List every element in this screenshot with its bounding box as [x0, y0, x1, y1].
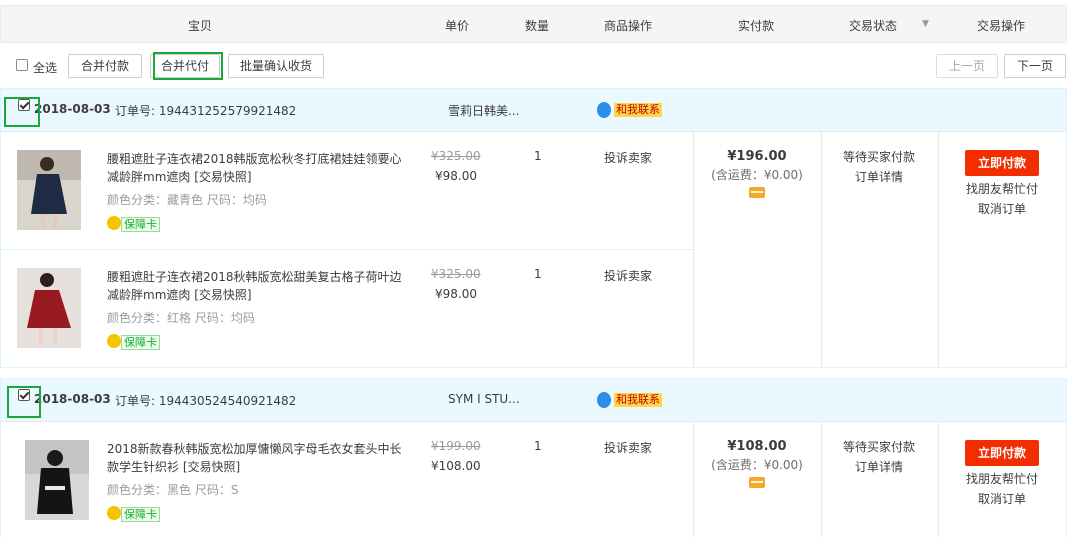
contact-label: 和我联系 — [614, 393, 662, 407]
shipping-fee: (含运费：¥0.00) — [711, 168, 803, 182]
prev-page-button[interactable]: 上一页 — [936, 54, 998, 78]
highlight-box — [4, 97, 40, 127]
list-item: 腰粗遮肚子连衣裙2018韩版宽松秋冬打底裙娃娃领要心减龄胖mm遮肉 [交易快照]… — [1, 132, 693, 250]
order-number: 订单号: 194431252579921482 — [115, 104, 297, 118]
order-header: 2018-08-03 订单号: 194431252579921482 雪莉日韩美… — [1, 89, 1066, 131]
shipping-fee: (含运费：¥0.00) — [711, 458, 803, 472]
pay-now-button[interactable]: 立即付款 — [965, 150, 1039, 176]
wangwang-icon — [597, 102, 611, 118]
complain-link[interactable]: 投诉卖家 — [604, 149, 652, 166]
next-page-button[interactable]: 下一页 — [1004, 54, 1066, 78]
unit-price: ¥98.00 — [435, 287, 477, 301]
status-text: 等待买家付款 — [842, 440, 915, 454]
find-friend-pay-link[interactable]: 找朋友帮忙付 — [938, 469, 1066, 489]
credit-card-icon[interactable] — [749, 187, 765, 198]
product-thumbnail[interactable] — [17, 150, 81, 230]
trade-operations: 立即付款 找朋友帮忙付 取消订单 — [938, 440, 1066, 509]
col-quantity: 数量 — [525, 19, 550, 33]
guarantee-label: 保障卡 — [121, 217, 160, 232]
unit-price: ¥98.00 — [435, 169, 477, 183]
guarantee-icon — [107, 506, 121, 520]
guarantee-icon — [107, 216, 121, 230]
chevron-down-icon[interactable]: ▼ — [922, 19, 929, 29]
col-trade-ops: 交易操作 — [977, 19, 1026, 33]
product-thumbnail[interactable] — [25, 440, 89, 520]
product-title[interactable]: 2018新款春秋韩版宽松加厚慵懒风字母毛衣女套头中长款学生针织衫 [交易快照] — [107, 440, 402, 476]
guarantee-label: 保障卡 — [121, 507, 160, 522]
list-item: 2018新款春秋韩版宽松加厚慵懒风字母毛衣女套头中长款学生针织衫 [交易快照] … — [1, 422, 693, 537]
product-title[interactable]: 腰粗遮肚子连衣裙2018韩版宽松秋冬打底裙娃娃领要心减龄胖mm遮肉 [交易快照] — [107, 150, 402, 186]
shop-name[interactable]: SYM I STU... — [448, 392, 520, 406]
select-all-label[interactable]: 全选 — [33, 59, 57, 76]
contact-label: 和我联系 — [614, 103, 662, 117]
complain-link[interactable]: 投诉卖家 — [604, 267, 652, 284]
trade-status: 等待买家付款 订单详情 — [821, 147, 937, 187]
order-date: 2018-08-03 — [34, 392, 111, 406]
unit-price: ¥108.00 — [431, 459, 481, 473]
complain-link[interactable]: 投诉卖家 — [604, 439, 652, 456]
order-body: 腰粗遮肚子连衣裙2018韩版宽松秋冬打底裙娃娃领要心减龄胖mm遮肉 [交易快照]… — [1, 131, 1066, 368]
order-body: 2018新款春秋韩版宽松加厚慵懒风字母毛衣女套头中长款学生针织衫 [交易快照] … — [1, 421, 1066, 537]
product-title[interactable]: 腰粗遮肚子连衣裙2018秋韩版宽松甜美复古格子荷叶边减龄胖mm遮肉 [交易快照] — [107, 268, 402, 304]
merge-pay-button[interactable]: 合并付款 — [68, 54, 142, 78]
col-product-ops: 商品操作 — [604, 19, 653, 33]
order-card: 2018-08-03 订单号: 194431252579921482 雪莉日韩美… — [0, 88, 1067, 368]
product-sku: 颜色分类：黑色 尺码：S — [107, 483, 239, 497]
trade-operations: 立即付款 找朋友帮忙付 取消订单 — [938, 150, 1066, 219]
pay-now-button[interactable]: 立即付款 — [965, 440, 1039, 466]
original-price: ¥325.00 — [431, 267, 481, 281]
col-trade-status[interactable]: 交易状态 — [849, 17, 897, 34]
highlight-box — [153, 52, 223, 80]
cancel-order-link[interactable]: 取消订单 — [938, 199, 1066, 219]
credit-card-icon[interactable] — [749, 477, 765, 488]
guarantee-label: 保障卡 — [121, 335, 160, 350]
original-price: ¥325.00 — [431, 149, 481, 163]
shop-name[interactable]: 雪莉日韩美... — [448, 102, 519, 119]
toolbar: 全选 合并付款 合并代付 批量确认收货 上一页 下一页 — [0, 44, 1073, 88]
product-thumbnail[interactable] — [17, 268, 81, 348]
list-item: 腰粗遮肚子连衣裙2018秋韩版宽松甜美复古格子荷叶边减龄胖mm遮肉 [交易快照]… — [1, 250, 693, 368]
col-unit-price: 单价 — [445, 19, 470, 33]
table-header: 宝贝 单价 数量 商品操作 实付款 交易状态 ▼ 交易操作 — [0, 5, 1067, 43]
paid-amount: ¥196.00 — [727, 149, 787, 164]
trade-status: 等待买家付款 订单详情 — [821, 437, 937, 477]
original-price: ¥199.00 — [431, 439, 481, 453]
quantity: 1 — [534, 149, 542, 163]
guarantee-icon — [107, 334, 121, 348]
order-detail-link[interactable]: 订单详情 — [821, 457, 937, 477]
wangwang-icon — [597, 392, 611, 408]
product-sku: 颜色分类：藏青色 尺码：均码 — [107, 193, 267, 207]
col-baby: 宝贝 — [188, 19, 213, 33]
highlight-box — [7, 386, 41, 418]
find-friend-pay-link[interactable]: 找朋友帮忙付 — [938, 179, 1066, 199]
col-paid: 实付款 — [738, 19, 775, 33]
status-text: 等待买家付款 — [842, 150, 915, 164]
order-number: 订单号: 194430524540921482 — [115, 394, 297, 408]
select-all-checkbox[interactable] — [16, 59, 28, 71]
order-card: 2018-08-03 订单号: 194430524540921482 SYM I… — [0, 378, 1067, 537]
order-header: 2018-08-03 订单号: 194430524540921482 SYM I… — [1, 379, 1066, 421]
batch-confirm-button[interactable]: 批量确认收货 — [228, 54, 324, 78]
payment-summary: ¥196.00 (含运费：¥0.00) — [693, 149, 821, 201]
payment-summary: ¥108.00 (含运费：¥0.00) — [693, 439, 821, 491]
product-sku: 颜色分类：红格 尺码：均码 — [107, 311, 255, 325]
quantity: 1 — [534, 267, 542, 281]
cancel-order-link[interactable]: 取消订单 — [938, 489, 1066, 509]
order-date: 2018-08-03 — [34, 102, 111, 116]
paid-amount: ¥108.00 — [727, 439, 787, 454]
order-detail-link[interactable]: 订单详情 — [821, 167, 937, 187]
quantity: 1 — [534, 439, 542, 453]
